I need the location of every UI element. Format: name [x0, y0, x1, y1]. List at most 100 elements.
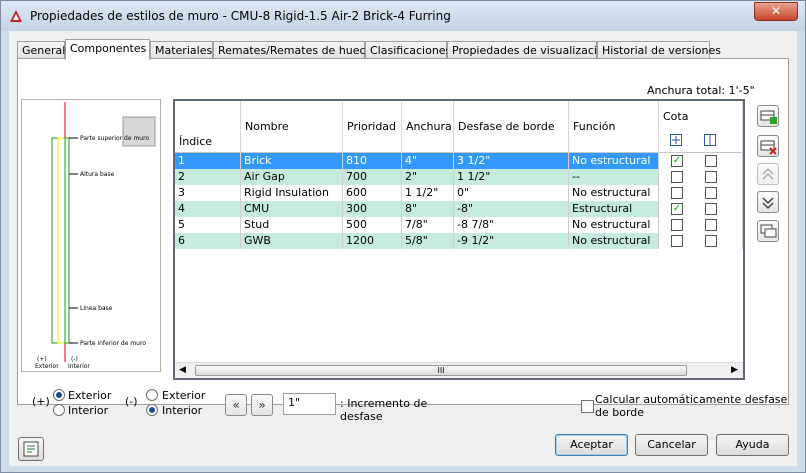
dimension-outer-checkbox[interactable]: ✓	[671, 203, 683, 215]
header-prioridad[interactable]: Prioridad	[343, 101, 402, 153]
dimension-outer-checkbox[interactable]: ✓	[671, 155, 683, 167]
offset-increment-label-2: desfase	[340, 410, 383, 423]
cell-nombre[interactable]: GWB	[241, 233, 343, 249]
plus-exterior-radio[interactable]	[53, 389, 65, 401]
minus-interior-radio[interactable]	[146, 404, 158, 416]
header-indice[interactable]: Índice	[175, 101, 241, 153]
cell-funcion[interactable]: No estructural	[569, 233, 659, 249]
move-down-button[interactable]	[757, 191, 779, 213]
table-row[interactable]: 3 Rigid Insulation 600 1 1/2" 0" No estructur…	[175, 185, 743, 201]
dimension-outer-checkbox[interactable]	[671, 235, 683, 247]
cell-nombre[interactable]: CMU	[241, 201, 343, 217]
help-button[interactable]: Ayuda	[716, 434, 789, 456]
dimension-outer-checkbox[interactable]	[671, 219, 683, 231]
cell-indice[interactable]: 5	[175, 217, 241, 233]
cell-indice[interactable]: 3	[175, 185, 241, 201]
cell-anchura[interactable]: 2"	[402, 169, 454, 185]
wall-preview: Parte superior de muro Altura base Línea…	[21, 99, 161, 372]
cell-nombre[interactable]: Stud	[241, 217, 343, 233]
tab-propiedades-visualizacion[interactable]: Propiedades de visualización	[447, 41, 611, 59]
cell-desfase[interactable]: -8"	[454, 201, 569, 217]
cell-nombre[interactable]: Rigid Insulation	[241, 185, 343, 201]
plus-exterior-label: Exterior	[68, 389, 112, 402]
wall-style-properties-dialog: Propiedades de estilos de muro - CMU-8 R…	[0, 0, 806, 473]
dimension-center-checkbox[interactable]	[705, 235, 717, 247]
add-component-button[interactable]	[757, 105, 779, 127]
table-row[interactable]: 1 Brick 810 4" 3 1/2" No estructural ✓	[175, 153, 743, 169]
components-table[interactable]: Índice Nombre Prioridad Anchura Desfase …	[173, 99, 745, 380]
close-button[interactable]: ✕	[754, 2, 798, 21]
auto-calc-offset-checkbox[interactable]	[581, 400, 594, 413]
header-desfase[interactable]: Desfase de borde	[454, 101, 569, 153]
preview-interior-sign: (-)	[71, 356, 78, 363]
cell-prioridad[interactable]: 810	[343, 153, 402, 169]
offset-increment-input[interactable]: 1"	[283, 393, 336, 415]
cell-funcion[interactable]: --	[569, 169, 659, 185]
move-up-button[interactable]	[757, 163, 779, 185]
cell-funcion[interactable]: No estructural	[569, 185, 659, 201]
cell-anchura[interactable]: 8"	[402, 201, 454, 217]
table-row[interactable]: 6 GWB 1200 5/8" -9 1/2" No estructural	[175, 233, 743, 249]
style-manager-icon	[23, 441, 39, 457]
tab-historial-versiones[interactable]: Historial de versiones	[597, 41, 721, 59]
cell-indice[interactable]: 6	[175, 233, 241, 249]
tab-clasificaciones[interactable]: Clasificaciones	[365, 41, 451, 59]
scroll-thumb[interactable]: III	[195, 365, 687, 376]
copy-component-button[interactable]	[757, 220, 779, 242]
table-row[interactable]: 5 Stud 500 7/8" -8 7/8" No estructural	[175, 217, 743, 233]
horizontal-scrollbar[interactable]: ◀ III ▶	[175, 362, 743, 378]
table-row[interactable]: 4 CMU 300 8" -8" Estructural ✓	[175, 201, 743, 217]
cancel-button[interactable]: Cancelar	[635, 434, 708, 456]
cell-prioridad[interactable]: 300	[343, 201, 402, 217]
scroll-left-arrow-icon[interactable]: ◀	[179, 365, 186, 375]
cell-anchura[interactable]: 7/8"	[402, 217, 454, 233]
tab-remates[interactable]: Remates/Remates de huecos	[213, 41, 378, 59]
style-manager-button[interactable]	[18, 437, 44, 461]
cell-anchura[interactable]: 4"	[402, 153, 454, 169]
cell-desfase[interactable]: -8 7/8"	[454, 217, 569, 233]
cell-nombre[interactable]: Air Gap	[241, 169, 343, 185]
minus-exterior-radio[interactable]	[146, 389, 158, 401]
cell-anchura[interactable]: 5/8"	[402, 233, 454, 249]
tab-componentes[interactable]: Componentes	[65, 39, 150, 60]
dimension-center-checkbox[interactable]	[705, 219, 717, 231]
cell-nombre[interactable]: Brick	[241, 153, 343, 169]
cell-indice[interactable]: 2	[175, 169, 241, 185]
cell-desfase[interactable]: 0"	[454, 185, 569, 201]
cell-desfase[interactable]: 3 1/2"	[454, 153, 569, 169]
cell-funcion[interactable]: Estructural	[569, 201, 659, 217]
table-row[interactable]: 2 Air Gap 700 2" 1 1/2" --	[175, 169, 743, 185]
cell-prioridad[interactable]: 700	[343, 169, 402, 185]
dimension-center-checkbox[interactable]	[705, 171, 717, 183]
delete-row-icon	[760, 140, 777, 155]
cell-indice[interactable]: 4	[175, 201, 241, 217]
cell-funcion[interactable]: No estructural	[569, 153, 659, 169]
cell-prioridad[interactable]: 600	[343, 185, 402, 201]
cell-anchura[interactable]: 1 1/2"	[402, 185, 454, 201]
cell-desfase[interactable]: -9 1/2"	[454, 233, 569, 249]
decrease-offset-button[interactable]: «	[225, 394, 247, 416]
header-cota[interactable]: Cota	[659, 101, 743, 153]
dimension-center-checkbox[interactable]	[705, 187, 717, 199]
tab-materiales[interactable]: Materiales	[150, 41, 213, 59]
increase-offset-button[interactable]: »	[251, 394, 273, 416]
plus-interior-radio[interactable]	[53, 404, 65, 416]
accept-button[interactable]: Aceptar	[555, 434, 628, 456]
cell-funcion[interactable]: No estructural	[569, 217, 659, 233]
dimension-outer-checkbox[interactable]	[671, 187, 683, 199]
double-chevron-right-icon: »	[258, 398, 266, 412]
cell-indice[interactable]: 1	[175, 153, 241, 169]
cell-prioridad[interactable]: 1200	[343, 233, 402, 249]
cell-prioridad[interactable]: 500	[343, 217, 402, 233]
dimension-outer-checkbox[interactable]	[671, 171, 683, 183]
header-funcion[interactable]: Función	[569, 101, 659, 153]
dimension-center-checkbox[interactable]	[705, 203, 717, 215]
delete-component-button[interactable]	[757, 135, 779, 157]
preview-interior-word: Interior	[68, 363, 90, 370]
cell-desfase[interactable]: 1 1/2"	[454, 169, 569, 185]
tab-general[interactable]: General	[17, 41, 65, 59]
header-nombre[interactable]: Nombre	[241, 101, 343, 153]
scroll-right-arrow-icon[interactable]: ▶	[731, 365, 738, 375]
dimension-center-checkbox[interactable]	[705, 155, 717, 167]
header-anchura[interactable]: Anchura	[402, 101, 454, 153]
